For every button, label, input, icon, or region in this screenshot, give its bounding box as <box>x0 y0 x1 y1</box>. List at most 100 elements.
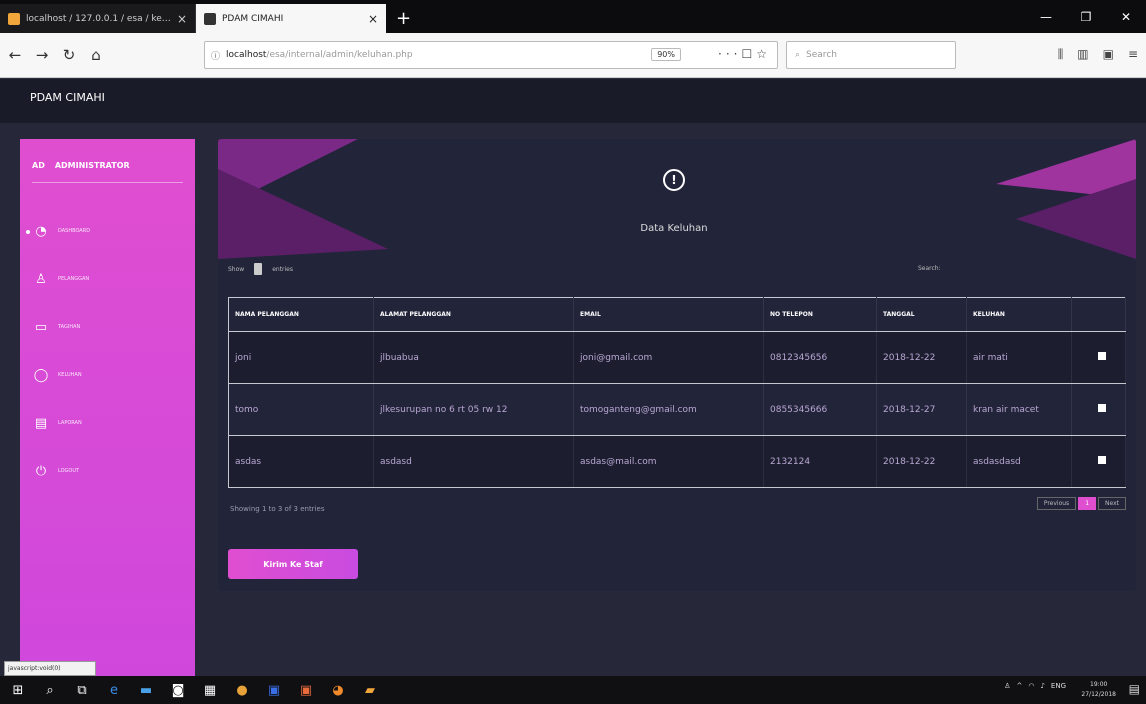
row-checkbox[interactable] <box>1097 456 1106 464</box>
top-header: PDAM CIMAHI <box>0 79 1146 123</box>
close-tab-icon[interactable]: × <box>177 12 187 26</box>
col-tanggal[interactable]: TANGGAL <box>876 297 967 332</box>
sidebar-item-label: LOGOUT <box>58 468 80 474</box>
entries-select[interactable] <box>254 263 263 275</box>
row-checkbox[interactable] <box>1097 352 1106 360</box>
powerpoint-icon[interactable]: ▣ <box>292 676 320 704</box>
power-icon: ⏻ <box>35 463 47 479</box>
close-window-icon[interactable]: ✕ <box>1106 10 1146 24</box>
sidebar-item-label: KELUHAN <box>58 372 82 378</box>
notification-icon[interactable]: ▤ <box>1129 682 1140 696</box>
clock-time: 19:00 <box>1090 681 1108 688</box>
col-nama[interactable]: NAMA PELANGGAN <box>228 297 374 332</box>
sidebar-item-tagihan[interactable]: ▭ TAGIHAN <box>34 317 80 337</box>
word-icon[interactable]: ▣ <box>260 676 288 704</box>
report-icon: ▤ <box>34 415 48 431</box>
cell: jlbuabua <box>373 331 574 384</box>
tab-pdam[interactable]: PDAM CIMAHI × <box>196 4 386 33</box>
sidebar-item-pelanggan[interactable]: ♙ PELANGGAN <box>34 269 89 289</box>
zoom-indicator[interactable]: 90% <box>651 48 681 61</box>
cell: tomo <box>228 383 374 436</box>
people-icon[interactable]: ♙ <box>1004 682 1010 690</box>
row-checkbox[interactable] <box>1097 404 1106 412</box>
sidebar-item-dashboard[interactable]: ◔ DASHBOARD <box>34 221 90 241</box>
menu-icon[interactable]: ≡ <box>1128 47 1138 62</box>
edge-icon[interactable]: e <box>100 676 128 704</box>
sidebar-user[interactable]: AD ADMINISTRATOR <box>32 161 183 183</box>
table-info: Showing 1 to 3 of 3 entries <box>230 505 325 513</box>
cell: 0855345666 <box>763 383 877 436</box>
network-icon[interactable]: ◠ <box>1028 682 1034 690</box>
volume-icon[interactable]: ♪ <box>1040 682 1044 690</box>
clock[interactable]: 19:00 27/12/2018 <box>1081 680 1116 700</box>
user-role: ADMINISTRATOR <box>54 161 130 170</box>
col-alamat[interactable]: ALAMAT PELANGGAN <box>373 297 574 332</box>
cell <box>1071 383 1126 436</box>
maximize-icon[interactable]: ❐ <box>1066 10 1106 24</box>
firefox-icon[interactable]: ◕ <box>324 676 352 704</box>
sidebar-item-keluhan[interactable]: ◯ KELUHAN <box>34 365 82 385</box>
forward-icon[interactable]: → <box>30 46 54 64</box>
calculator-icon[interactable]: ▦ <box>196 676 224 704</box>
dashboard-icon: ◔ <box>35 223 47 239</box>
desktop-icon[interactable]: ▬ <box>132 676 160 704</box>
home-icon[interactable]: ⌂ <box>84 46 108 64</box>
card-title: Data Keluhan <box>640 223 708 234</box>
send-to-staff-button[interactable]: Kirim Ke Staf <box>228 549 358 579</box>
col-telepon[interactable]: NO TELEPON <box>763 297 877 332</box>
pocket-icon[interactable]: ▣ <box>1103 47 1114 62</box>
cell: 2132124 <box>763 435 877 488</box>
status-bar: javascript:void(0) <box>4 661 96 676</box>
page-1-button[interactable]: 1 <box>1078 497 1097 510</box>
search-label: Search: <box>918 265 941 272</box>
tab-title: PDAM CIMAHI <box>222 13 284 24</box>
search-icon[interactable]: ⌕ <box>36 676 64 704</box>
sublime-icon[interactable]: ▰ <box>356 676 384 704</box>
chrome-icon[interactable]: ● <box>228 676 256 704</box>
length-control: Show entries <box>228 263 293 275</box>
info-icon[interactable]: ⓘ <box>211 49 220 62</box>
tab-phpmyadmin[interactable]: localhost / 127.0.0.1 / esa / kel... × <box>0 4 196 33</box>
language-indicator[interactable]: ENG <box>1051 682 1066 690</box>
page-actions: ···☐☆ <box>718 47 771 61</box>
reload-icon[interactable]: ↻ <box>57 46 81 64</box>
table-search-input[interactable] <box>970 260 1120 276</box>
cell: asdas <box>228 435 374 488</box>
show-label: Show <box>228 265 245 273</box>
cell: air mati <box>966 331 1072 384</box>
previous-button[interactable]: Previous <box>1036 497 1077 510</box>
tab-title: localhost / 127.0.0.1 / esa / kel... <box>26 13 171 24</box>
cell: asdasd <box>373 435 574 488</box>
cell: 2018-12-22 <box>876 435 967 488</box>
cell <box>1071 331 1126 384</box>
brand-title[interactable]: PDAM CIMAHI <box>30 91 105 104</box>
cell: joni@gmail.com <box>573 331 764 384</box>
sidebar-icon[interactable]: ▥ <box>1077 47 1088 62</box>
url-host: localhost <box>226 50 267 60</box>
sidebar: AD ADMINISTRATOR ◔ DASHBOARD ♙ PELANGGAN… <box>20 139 195 676</box>
sidebar-item-laporan[interactable]: ▤ LAPORAN <box>34 413 82 433</box>
cell: joni <box>228 331 374 384</box>
url-bar[interactable]: ⓘ localhost /esa/internal/admin/keluhan.… <box>204 41 778 69</box>
new-tab-button[interactable]: + <box>386 4 421 33</box>
windows-start-icon[interactable]: ⊞ <box>4 676 32 704</box>
library-icon[interactable]: ⫼ <box>1058 47 1064 62</box>
tray-arrow-icon[interactable]: ^ <box>1016 682 1022 690</box>
sidebar-item-logout[interactable]: ⏻ LOGOUT <box>34 461 79 481</box>
table-row: joni jlbuabua joni@gmail.com 0812345656 … <box>228 331 1126 384</box>
decor-left <box>218 139 388 259</box>
minimize-icon[interactable]: — <box>1026 10 1066 24</box>
browser-search[interactable]: ⌕ Search <box>786 41 956 69</box>
cell: 2018-12-27 <box>876 383 967 436</box>
sidebar-item-label: LAPORAN <box>58 420 82 426</box>
task-view-icon[interactable]: ⧉ <box>68 676 96 704</box>
col-keluhan[interactable]: KELUHAN <box>966 297 1072 332</box>
alert-icon: ! <box>663 169 685 191</box>
cell: kran air macet <box>966 383 1072 436</box>
back-icon[interactable]: ← <box>3 46 27 64</box>
store-icon[interactable]: ◙ <box>164 676 192 704</box>
next-button[interactable]: Next <box>1098 497 1126 510</box>
browser-tab-bar: localhost / 127.0.0.1 / esa / kel... × P… <box>0 0 1146 33</box>
close-tab-icon[interactable]: × <box>368 12 378 26</box>
col-email[interactable]: EMAIL <box>573 297 764 332</box>
